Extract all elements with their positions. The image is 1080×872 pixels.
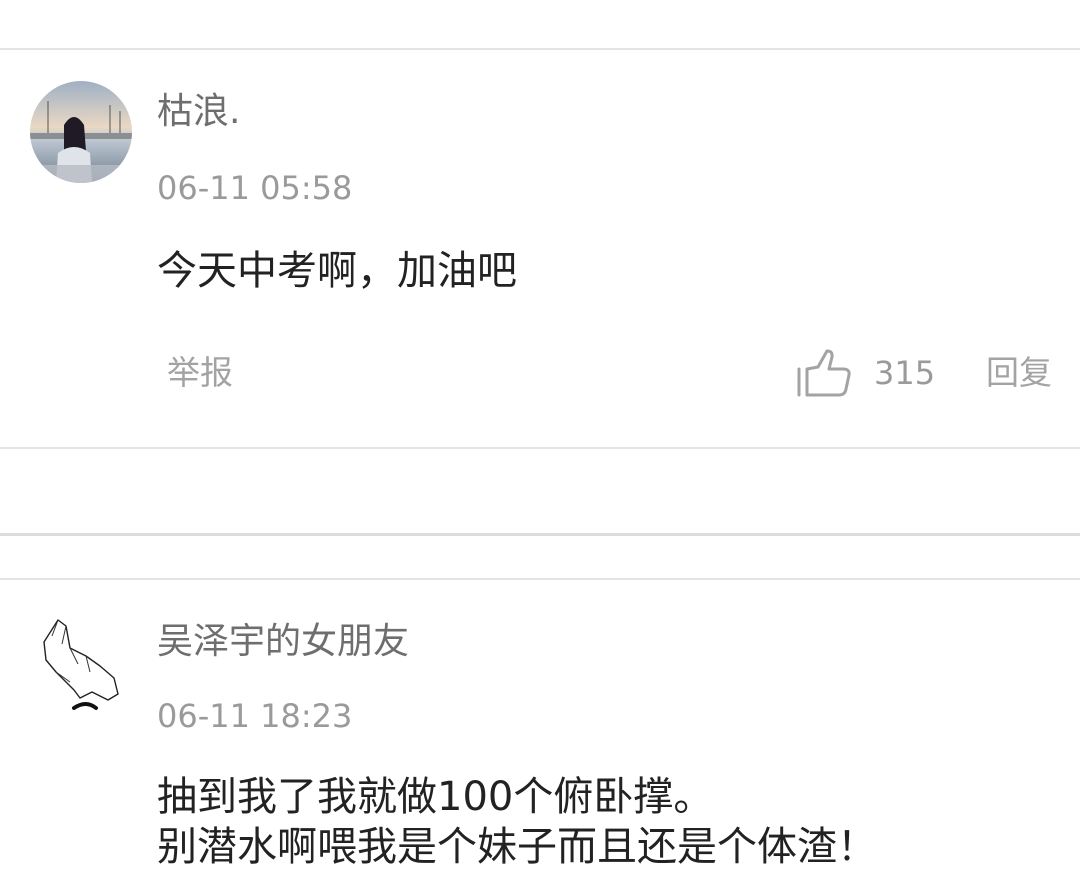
comment-item: 枯浪. 06-11 05:58 今天中考啊，加油吧 举报 315 回复	[0, 50, 1080, 448]
timestamp: 06-11 18:23	[157, 697, 353, 735]
timestamp: 06-11 05:58	[157, 169, 353, 207]
comment-item: 吴泽宇的女朋友 06-11 18:23 抽到我了我就做100个俯卧撑。 别潜水啊…	[0, 580, 1080, 870]
like-icon[interactable]	[795, 349, 851, 397]
report-button[interactable]: 举报	[167, 356, 233, 389]
reply-button[interactable]: 回复	[986, 356, 1052, 389]
like-count: 315	[874, 354, 936, 392]
username[interactable]: 枯浪.	[157, 94, 240, 130]
divider	[0, 447, 1080, 449]
comment-text-line: 别潜水啊喂我是个妹子而且还是个体渣！	[157, 824, 877, 870]
avatar[interactable]	[30, 612, 132, 714]
comment-text: 今天中考啊，加油吧	[157, 248, 517, 294]
avatar[interactable]	[30, 81, 132, 183]
comment-text-line: 抽到我了我就做100个俯卧撑。	[157, 774, 714, 820]
section-divider	[0, 533, 1080, 536]
username[interactable]: 吴泽宇的女朋友	[157, 624, 409, 660]
